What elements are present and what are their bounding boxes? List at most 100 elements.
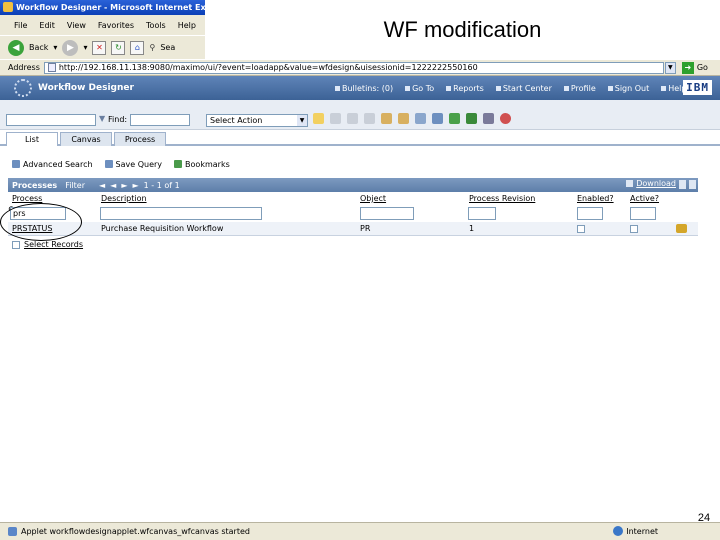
next-page-icon[interactable]: ► bbox=[121, 181, 127, 190]
browser-status-bar: Applet workflowdesignapplet.wfcanvas_wfc… bbox=[0, 522, 720, 540]
table-header-bar: Processes Filter ◄ ◄ ► ► 1 - 1 of 1 Down… bbox=[8, 178, 698, 192]
refresh-icon[interactable]: ↻ bbox=[111, 40, 126, 55]
back-arrow-icon[interactable]: ◀ bbox=[8, 39, 24, 56]
table-row[interactable]: PRSTATUS Purchase Requisition Workflow P… bbox=[8, 222, 698, 236]
column-process-revision[interactable]: Process Revision bbox=[469, 194, 535, 203]
menu-help[interactable]: Help bbox=[178, 21, 196, 30]
tab-process[interactable]: Process bbox=[114, 132, 166, 146]
row-description: Purchase Requisition Workflow bbox=[101, 224, 224, 233]
zone-label: Internet bbox=[626, 526, 658, 536]
select-records-checkbox[interactable] bbox=[12, 240, 20, 249]
dropdown-arrow-icon[interactable]: ▼ bbox=[297, 115, 307, 126]
menu-edit[interactable]: Edit bbox=[39, 21, 55, 30]
first-page-icon[interactable]: ◄ bbox=[99, 181, 105, 190]
row-active-checkbox[interactable] bbox=[630, 225, 638, 233]
record-count: 1 - 1 of 1 bbox=[143, 180, 180, 190]
go-arrow-icon[interactable]: ➜ bbox=[681, 61, 694, 74]
copy-icon[interactable] bbox=[432, 113, 443, 124]
menu-file[interactable]: File bbox=[14, 21, 27, 30]
bulletins-icon bbox=[335, 85, 340, 91]
tab-list[interactable]: List bbox=[6, 132, 58, 146]
menu-favorites[interactable]: Favorites bbox=[98, 21, 134, 30]
forward-arrow-icon[interactable]: ▶ bbox=[62, 39, 79, 56]
address-input[interactable]: http://192.168.11.138:9080/maximo/ui/?ev… bbox=[43, 61, 664, 74]
nav-profile[interactable]: Profile bbox=[563, 84, 596, 93]
next-icon[interactable] bbox=[398, 113, 409, 124]
previous-icon[interactable] bbox=[381, 113, 392, 124]
ie-app-icon bbox=[3, 2, 13, 12]
menu-view[interactable]: View bbox=[67, 21, 86, 30]
nav-start-center[interactable]: Start Center bbox=[495, 84, 552, 93]
save-icon[interactable] bbox=[330, 113, 341, 124]
revision-filter-input[interactable] bbox=[468, 207, 496, 220]
menu-tools[interactable]: Tools bbox=[146, 21, 166, 30]
stop-icon[interactable]: ✕ bbox=[92, 40, 107, 55]
browser-title-bar: Workflow Designer - Microsoft Internet E… bbox=[0, 0, 205, 15]
tab-bar: List Canvas Process bbox=[0, 130, 720, 146]
column-enabled[interactable]: Enabled? bbox=[577, 194, 614, 203]
back-button-label[interactable]: Back bbox=[29, 43, 48, 52]
download-button[interactable]: Download bbox=[626, 179, 676, 188]
find-icon[interactable]: ▼ bbox=[99, 114, 107, 124]
select-records-label: Select Records bbox=[24, 240, 84, 249]
help-icon[interactable] bbox=[679, 180, 686, 189]
select-action-label: Select Action bbox=[210, 116, 263, 125]
nav-sign-out[interactable]: Sign Out bbox=[607, 84, 649, 93]
slide-page-number: 24 bbox=[697, 512, 711, 524]
column-process[interactable]: Process bbox=[12, 194, 42, 203]
route-icon[interactable] bbox=[347, 113, 358, 124]
app-toolbar: ▼ Find: Select Action ▼ bbox=[0, 100, 720, 130]
column-active[interactable]: Active? bbox=[630, 194, 659, 203]
quick-search-input[interactable] bbox=[6, 114, 96, 126]
advanced-search-button[interactable]: Advanced Search bbox=[12, 160, 93, 169]
edit-row-icon[interactable] bbox=[676, 224, 687, 233]
select-action-dropdown[interactable]: Select Action ▼ bbox=[206, 114, 308, 127]
nav-reports[interactable]: Reports bbox=[446, 84, 484, 93]
zoom-icon[interactable] bbox=[483, 113, 494, 124]
enabled-filter-input[interactable] bbox=[577, 207, 603, 220]
address-dropdown-icon[interactable]: ▼ bbox=[664, 61, 676, 74]
workflow-logo-icon bbox=[14, 79, 32, 97]
tab-canvas[interactable]: Canvas bbox=[60, 132, 112, 146]
active-filter-input[interactable] bbox=[630, 207, 656, 220]
slide-title: WF modification bbox=[205, 0, 720, 60]
download-icon bbox=[626, 180, 634, 187]
new-record-icon[interactable] bbox=[313, 113, 324, 124]
search-icon[interactable]: ⚲ bbox=[149, 43, 155, 52]
forward-dropdown-icon[interactable]: ▾ bbox=[83, 43, 87, 52]
select-records[interactable]: Select Records bbox=[12, 240, 83, 249]
save-query-icon bbox=[104, 160, 113, 168]
page-icon bbox=[47, 63, 56, 72]
status-text: Applet workflowdesignapplet.wfcanvas_wfc… bbox=[21, 527, 250, 536]
last-page-icon[interactable]: ► bbox=[132, 181, 138, 190]
reports-icon bbox=[446, 85, 452, 91]
nav-go-to[interactable]: Go To bbox=[405, 84, 434, 93]
search-button-label[interactable]: Sea bbox=[160, 43, 175, 52]
row-enabled-checkbox[interactable] bbox=[577, 225, 585, 233]
delete-icon[interactable] bbox=[364, 113, 375, 124]
find-input[interactable] bbox=[130, 114, 190, 126]
column-description[interactable]: Description bbox=[101, 194, 147, 203]
save-query-button[interactable]: Save Query bbox=[104, 160, 162, 169]
gauge-icon[interactable] bbox=[500, 113, 511, 124]
back-dropdown-icon[interactable]: ▾ bbox=[53, 43, 57, 52]
maximize-icon[interactable] bbox=[689, 180, 696, 189]
go-to-icon bbox=[405, 85, 411, 91]
activate-icon[interactable] bbox=[466, 113, 477, 124]
description-filter-input[interactable] bbox=[100, 207, 262, 220]
bookmarks-button[interactable]: Bookmarks bbox=[174, 160, 230, 169]
row-object: PR bbox=[360, 224, 371, 233]
go-button-label[interactable]: Go bbox=[697, 63, 708, 72]
row-revision: 1 bbox=[469, 224, 475, 233]
header-icons bbox=[679, 180, 696, 189]
filter-button[interactable]: Filter bbox=[65, 181, 85, 190]
home-icon[interactable]: ⌂ bbox=[130, 40, 145, 55]
view-icon[interactable] bbox=[415, 113, 426, 124]
column-object[interactable]: Object bbox=[360, 194, 386, 203]
nav-bulletins[interactable]: Bulletins: (0) bbox=[335, 84, 393, 93]
table-title: Processes bbox=[12, 180, 58, 190]
validate-icon[interactable] bbox=[449, 113, 460, 124]
object-filter-input[interactable] bbox=[360, 207, 414, 220]
annotation-circle bbox=[0, 203, 82, 241]
previous-page-icon[interactable]: ◄ bbox=[110, 181, 116, 190]
